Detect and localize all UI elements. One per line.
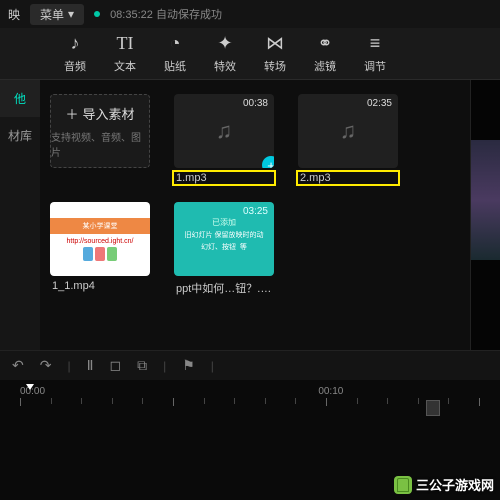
media-caption: ppt中如何…钮？.mp4 [174,280,274,296]
tool-label: 贴纸 [164,58,186,74]
venn-icon: ⚭ [317,34,332,54]
tool-label: 特效 [214,58,236,74]
video-thumbnail: 某小学课堂 [50,218,150,234]
preview-panel [470,80,500,350]
audio-icon: ♪ [71,34,80,54]
sliders-icon: ≡ [370,34,381,54]
autosave-status: 08:35:22 自动保存成功 [110,6,222,22]
added-tag: 已添加 [212,217,236,228]
media-sidebar: 他 材库 [0,80,40,350]
separator: | [163,359,166,373]
media-item[interactable]: 已添加 03:25 旧幻灯片 保留放映时的动 幻灯、按钮 等 ppt中如何…钮？… [174,202,274,296]
music-note-icon: ♫ [216,118,233,144]
redo-icon[interactable]: ↷ [40,357,52,374]
media-item[interactable]: 某小学课堂 http://sourced.ight.cn/ 1_1.mp4 [50,202,150,296]
watermark: 三公子游戏网 [394,475,494,494]
flag-icon[interactable]: ⚑ [182,357,195,374]
tool-label: 文本 [114,58,136,74]
duration-label: 03:25 [243,206,268,217]
ruler-ticks [20,398,480,406]
undo-icon[interactable]: ↶ [12,357,24,374]
menu-button[interactable]: 菜单 ▾ [30,4,84,25]
app-title-fragment: 映 [8,6,20,23]
media-caption: 1_1.mp4 [50,280,150,292]
tool-effect[interactable]: ✦ 特效 [200,34,250,74]
add-to-timeline-button[interactable]: + [262,156,274,168]
delete-left-icon[interactable]: ◻ [109,357,121,374]
sidebar-tab-library[interactable]: 材库 [0,117,40,154]
media-item[interactable]: 00:38 ♫ + 1.mp3 [174,94,274,184]
watermark-icon [394,476,412,494]
import-subtitle: 支持视频、音频、图片 [51,129,149,159]
tool-sticker[interactable]: ◔ 贴纸 [150,34,200,74]
tool-audio[interactable]: ♪ 音频 [50,34,100,74]
media-grid: ＋ 导入素材 支持视频、音频、图片 00:38 ♫ + 1.mp3 02:35 ♫… [40,80,470,350]
import-card[interactable]: ＋ 导入素材 支持视频、音频、图片 [50,94,150,184]
status-dot-icon [94,11,100,17]
chevron-down-icon: ▾ [68,7,74,21]
split-icon[interactable]: Ⅱ [87,357,94,374]
tool-text[interactable]: TI 文本 [100,34,150,74]
playhead-icon[interactable] [24,384,34,396]
separator: | [211,359,214,373]
tool-media[interactable] [0,42,50,66]
bowtie-icon: ⋈ [266,34,284,54]
category-toolbar: ♪ 音频 TI 文本 ◔ 贴纸 ✦ 特效 ⋈ 转场 ⚭ 滤镜 ≡ 调节 [0,28,500,80]
plus-icon: ＋ [65,104,78,123]
duration-label: 02:35 [367,98,392,109]
import-title: 导入素材 [83,104,135,123]
media-item[interactable]: 02:35 ♫ 2.mp3 [298,94,398,184]
frame-marker[interactable] [426,400,440,416]
separator: | [67,359,70,373]
tool-transition[interactable]: ⋈ 转场 [250,34,300,74]
timeline-toolbar: ↶ ↷ | Ⅱ ◻ ⧉ | ⚑ | [0,350,500,380]
star-icon: ✦ [217,34,232,54]
media-caption: 2.mp3 [298,172,398,184]
music-note-icon: ♫ [340,118,357,144]
tool-label: 音频 [64,58,86,74]
preview-frame [471,140,500,260]
tool-filter[interactable]: ⚭ 滤镜 [300,34,350,74]
ruler-label: 00:10 [318,386,343,397]
tool-label: 滤镜 [314,58,336,74]
tool-adjust[interactable]: ≡ 调节 [350,34,400,74]
crop-icon[interactable]: ⧉ [137,357,147,374]
video-thumbnail: 旧幻灯片 保留放映时的动 [185,230,264,240]
duration-label: 00:38 [243,98,268,109]
menu-label: 菜单 [40,6,64,23]
text-icon: TI [117,34,134,54]
clock-icon: ◔ [170,34,181,54]
tool-label: 调节 [364,58,386,74]
media-caption: 1.mp3 [174,172,274,184]
tool-label: 转场 [264,58,286,74]
timeline-ruler[interactable]: 00:00 00:10 [0,380,500,430]
sidebar-tab-local[interactable]: 他 [0,80,40,117]
